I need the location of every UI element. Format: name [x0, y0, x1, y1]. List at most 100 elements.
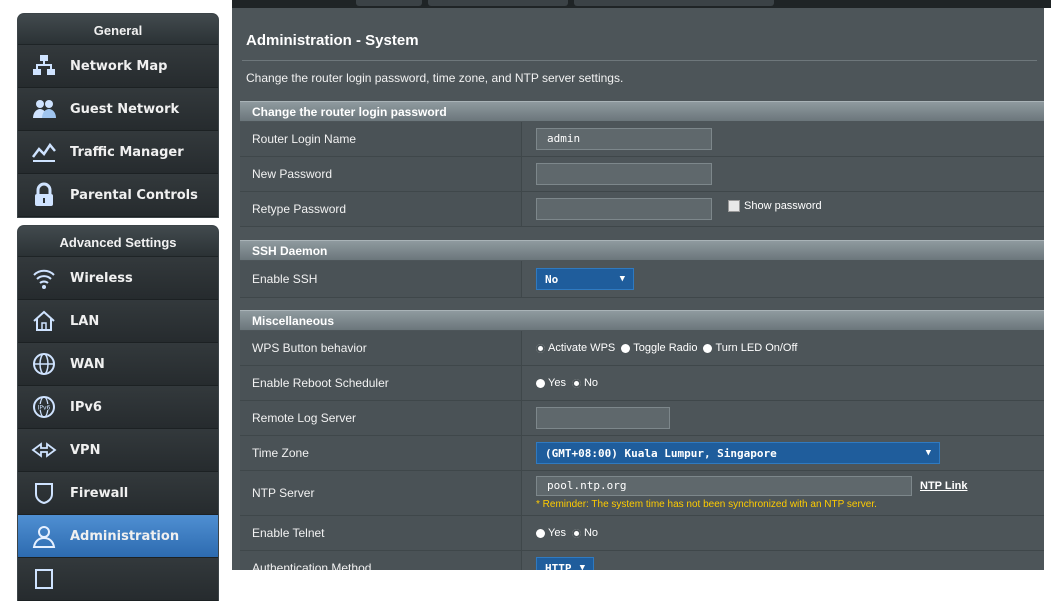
- row-ntp-server: NTP Server pool.ntp.org NTP Link * Remin…: [240, 471, 1044, 516]
- reboot-option-yes[interactable]: Yes: [536, 377, 566, 389]
- sidebar-item-wan[interactable]: WAN: [18, 343, 218, 386]
- enable-ssh-value: No: [545, 272, 559, 286]
- wps-option-activate[interactable]: Activate WPS: [536, 342, 615, 354]
- show-password-toggle[interactable]: Show password: [728, 200, 822, 212]
- retype-password-input[interactable]: [536, 198, 712, 220]
- section-header-ssh: SSH Daemon: [240, 240, 1044, 260]
- chevron-down-icon: ▼: [579, 563, 585, 570]
- authentication-method-label: Authentication Method: [240, 551, 522, 570]
- sidebar-item-vpn[interactable]: VPN: [18, 429, 218, 472]
- row-router-login-name: Router Login Name admin: [240, 122, 1044, 157]
- reboot-option-no[interactable]: No: [571, 377, 598, 389]
- time-zone-label: Time Zone: [240, 436, 522, 470]
- sidebar-item-label: Firewall: [70, 485, 129, 501]
- content-panel: Administration - System Change the route…: [232, 8, 1044, 570]
- advanced-settings-title: Advanced Settings: [18, 226, 218, 257]
- sidebar-item-label: WAN: [70, 356, 105, 372]
- guest-network-icon: [18, 96, 70, 122]
- tab-1[interactable]: [356, 0, 422, 6]
- lan-icon: [18, 308, 70, 334]
- sidebar-item-label: Administration: [70, 528, 180, 544]
- ntp-reminder: * Reminder: The system time has not been…: [536, 499, 877, 510]
- remote-log-input[interactable]: [536, 407, 670, 429]
- row-retype-password: Retype Password Show password: [240, 192, 1044, 227]
- sidebar-item-label: Wireless: [70, 270, 133, 286]
- general-menu-title: General: [18, 14, 218, 45]
- sidebar-item-administration[interactable]: Administration: [18, 515, 218, 558]
- radio-icon[interactable]: [621, 343, 631, 353]
- sidebar-item-guest-network[interactable]: Guest Network: [18, 88, 218, 131]
- tab-2[interactable]: [428, 0, 568, 6]
- radio-selected-icon[interactable]: [536, 343, 545, 353]
- telnet-yes-label: Yes: [548, 527, 566, 539]
- sidebar-item-label: Traffic Manager: [70, 144, 184, 160]
- sidebar-item-label: Network Map: [70, 58, 168, 74]
- sidebar-item-label: IPv6: [70, 399, 102, 415]
- ipv6-icon: IPv6: [18, 394, 70, 420]
- row-enable-ssh: Enable SSH No ▼: [240, 261, 1044, 298]
- wps-option-label: Turn LED On/Off: [715, 342, 798, 354]
- reboot-yes-label: Yes: [548, 377, 566, 389]
- wps-option-turn-led[interactable]: Turn LED On/Off: [703, 342, 797, 354]
- enable-telnet-label: Enable Telnet: [240, 516, 522, 550]
- wps-option-toggle-radio[interactable]: Toggle Radio: [621, 342, 697, 354]
- wireless-icon: [18, 265, 70, 291]
- sidebar-item-network-map[interactable]: Network Map: [18, 45, 218, 88]
- enable-ssh-select[interactable]: No ▼: [536, 268, 634, 290]
- advanced-settings-menu: Advanced Settings Wireless LAN WAN IPv6 …: [18, 226, 218, 601]
- administration-icon: [18, 523, 70, 549]
- sidebar: General Network Map Guest Network Traffi…: [0, 0, 230, 601]
- page-title: Administration - System: [246, 32, 419, 49]
- ntp-server-input[interactable]: pool.ntp.org: [536, 476, 912, 496]
- page-description: Change the router login password, time z…: [246, 71, 624, 85]
- row-enable-telnet: Enable Telnet Yes No: [240, 516, 1044, 551]
- sidebar-item-traffic-manager[interactable]: Traffic Manager: [18, 131, 218, 174]
- telnet-option-no[interactable]: No: [571, 527, 599, 539]
- radio-selected-icon[interactable]: [571, 378, 581, 388]
- time-zone-select[interactable]: (GMT+08:00) Kuala Lumpur, Singapore ▼: [536, 442, 940, 464]
- radio-icon[interactable]: [703, 343, 713, 353]
- sidebar-item-wireless[interactable]: Wireless: [18, 257, 218, 300]
- show-password-label: Show password: [744, 200, 822, 212]
- wps-option-label: Toggle Radio: [633, 342, 698, 354]
- parental-controls-icon: [18, 182, 70, 208]
- router-login-name-input[interactable]: admin: [536, 128, 712, 150]
- row-wps-button: WPS Button behavior Activate WPS Toggle …: [240, 331, 1044, 366]
- show-password-checkbox[interactable]: [728, 200, 740, 212]
- sidebar-item-parental-controls[interactable]: Parental Controls: [18, 174, 218, 217]
- radio-icon[interactable]: [536, 528, 545, 538]
- telnet-option-yes[interactable]: Yes: [536, 527, 566, 539]
- time-zone-value: (GMT+08:00) Kuala Lumpur, Singapore: [545, 446, 777, 460]
- radio-selected-icon[interactable]: [571, 528, 581, 538]
- sidebar-item-firewall[interactable]: Firewall: [18, 472, 218, 515]
- traffic-manager-icon: [18, 139, 70, 165]
- wps-button-label: WPS Button behavior: [240, 331, 522, 365]
- retype-password-label: Retype Password: [240, 192, 522, 226]
- row-authentication-method: Authentication Method HTTP ▼: [240, 551, 1044, 570]
- authentication-method-value: HTTP: [545, 561, 572, 571]
- sidebar-item-ipv6[interactable]: IPv6 IPv6: [18, 386, 218, 429]
- tab-3[interactable]: [574, 0, 774, 6]
- top-tab-strip: [232, 0, 1051, 8]
- firewall-icon: [18, 480, 70, 506]
- title-divider: [242, 60, 1037, 61]
- row-remote-log: Remote Log Server: [240, 401, 1044, 436]
- telnet-no-label: No: [583, 527, 599, 539]
- enable-ssh-label: Enable SSH: [240, 261, 522, 297]
- sidebar-item-lan[interactable]: LAN: [18, 300, 218, 343]
- general-menu: General Network Map Guest Network Traffi…: [18, 14, 218, 217]
- sidebar-item-label: LAN: [70, 313, 100, 329]
- sidebar-item-partial[interactable]: [18, 558, 218, 601]
- ntp-link[interactable]: NTP Link: [920, 480, 967, 492]
- new-password-label: New Password: [240, 157, 522, 191]
- new-password-input[interactable]: [536, 163, 712, 185]
- remote-log-label: Remote Log Server: [240, 401, 522, 435]
- ntp-server-label: NTP Server: [240, 471, 522, 515]
- sidebar-item-label: Guest Network: [70, 101, 180, 117]
- reboot-scheduler-label: Enable Reboot Scheduler: [240, 366, 522, 400]
- section-header-login: Change the router login password: [240, 101, 1044, 121]
- radio-icon[interactable]: [536, 378, 545, 388]
- row-reboot-scheduler: Enable Reboot Scheduler Yes No: [240, 366, 1044, 401]
- chevron-down-icon: ▼: [619, 274, 625, 284]
- authentication-method-select[interactable]: HTTP ▼: [536, 557, 594, 570]
